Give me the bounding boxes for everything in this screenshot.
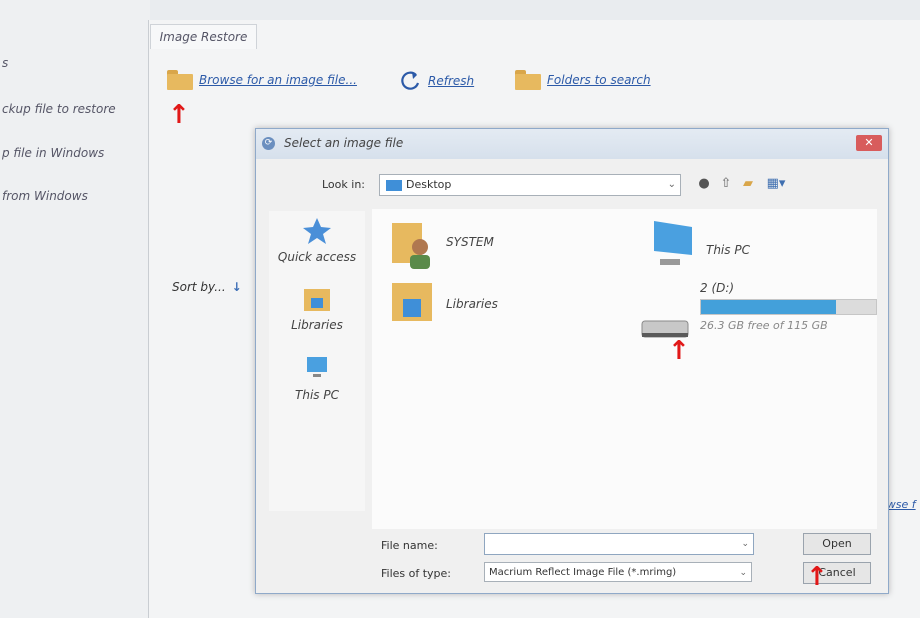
place-label: Quick access [277, 250, 357, 264]
file-label: This PC [706, 243, 750, 257]
user-folder-icon [392, 223, 430, 269]
file-type-value: Macrium Reflect Image File (*.mrimg) [489, 567, 677, 578]
place-label: Libraries [291, 318, 343, 332]
annotation-arrow-icon: ↑ [168, 100, 190, 130]
browse-image-button[interactable]: Browse for an image file... [167, 70, 357, 90]
browse-label: Browse for an image file... [199, 73, 357, 87]
back-icon[interactable]: ● [696, 176, 712, 192]
file-name-label: File name: [381, 539, 438, 552]
chevron-down-icon: ⌄ [739, 568, 747, 578]
folders-to-search-button[interactable]: Folders to search [515, 70, 651, 90]
folders-label: Folders to search [547, 73, 651, 87]
folder-binoculars-icon [515, 70, 541, 90]
select-image-dialog: ⟳ Select an image file ✕ Look in: Deskto… [255, 128, 889, 594]
refresh-label: Refresh [428, 74, 475, 88]
macrium-icon: ⟳ [262, 137, 275, 150]
file-list: SYSTEM Libraries This PC 2 (D:) 26.3 GB … [372, 209, 877, 529]
close-button[interactable]: ✕ [856, 135, 882, 151]
libraries-icon [304, 289, 330, 311]
tab-image-restore[interactable]: Image Restore [150, 24, 257, 49]
drive-label: 2 (D:) [700, 281, 735, 295]
place-this-pc[interactable]: This PC [269, 355, 365, 402]
desktop-icon [386, 179, 402, 191]
drive-usage-bar [700, 299, 877, 315]
folder-search-icon [167, 70, 193, 90]
file-item-this-pc[interactable]: This PC [650, 219, 810, 275]
file-item-libraries[interactable]: Libraries [390, 279, 520, 329]
open-button[interactable]: Open [803, 533, 871, 555]
file-type-label: Files of type: [381, 567, 452, 580]
place-quick-access[interactable]: Quick access [269, 217, 365, 264]
left-nav-item[interactable]: from Windows [2, 189, 88, 203]
look-in-value: Desktop [406, 178, 452, 191]
sort-by-label: Sort by... [172, 280, 226, 294]
look-in-label: Look in: [322, 178, 365, 191]
file-type-select[interactable]: Macrium Reflect Image File (*.mrimg) ⌄ [484, 562, 752, 582]
sort-by-button[interactable]: Sort by... ↓ [172, 280, 242, 294]
places-bar: Quick access Libraries This PC [269, 211, 365, 511]
new-folder-icon[interactable]: ▰ [740, 176, 756, 192]
chevron-down-icon: ⌄ [667, 179, 676, 190]
refresh-button[interactable]: Refresh [400, 70, 474, 92]
file-label: SYSTEM [446, 235, 494, 249]
place-libraries[interactable]: Libraries [269, 285, 365, 332]
arrow-down-icon: ↓ [231, 280, 242, 294]
left-nav-item[interactable]: s [2, 56, 8, 70]
drive-free-text: 26.3 GB free of 115 GB [700, 319, 828, 332]
star-icon [303, 218, 331, 244]
view-menu-icon[interactable]: ▦▾ [762, 176, 790, 192]
dialog-title: Select an image file [284, 136, 404, 150]
up-folder-icon[interactable]: ⇧ [718, 176, 734, 192]
file-item-system[interactable]: SYSTEM [390, 217, 520, 277]
left-nav-panel: s ckup file to restore p file in Windows… [0, 0, 150, 618]
annotation-arrow-icon: ↑ [806, 562, 828, 592]
file-label: Libraries [446, 297, 498, 311]
dialog-titlebar: ⟳ Select an image file ✕ [256, 129, 888, 159]
look-in-select[interactable]: Desktop ⌄ [379, 174, 681, 196]
chevron-down-icon[interactable]: ⌄ [741, 534, 749, 554]
place-label: This PC [295, 388, 339, 402]
libraries-icon [392, 283, 432, 321]
left-nav-item[interactable]: ckup file to restore [2, 102, 116, 116]
toolbar: Browse for an image file... Refresh Fold… [155, 58, 920, 106]
computer-icon [654, 221, 692, 265]
file-name-input[interactable]: ⌄ [484, 533, 754, 555]
computer-icon [307, 357, 327, 377]
refresh-icon [401, 71, 420, 90]
drive-usage-fill [701, 300, 836, 314]
annotation-arrow-icon: ↑ [668, 336, 690, 366]
left-nav-item[interactable]: p file in Windows [2, 146, 104, 160]
